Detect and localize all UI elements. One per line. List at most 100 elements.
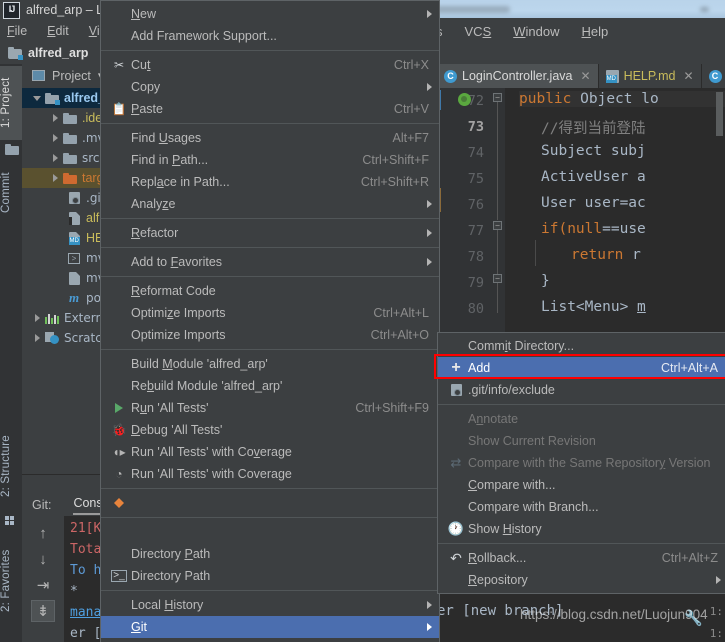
submenu-item-rollback[interactable]: ↶ Rollback... Ctrl+Alt+Z — [438, 547, 725, 569]
menu-item-reformat-code[interactable]: Reformat Code — [101, 280, 439, 302]
fold-minus-icon[interactable]: − — [493, 221, 502, 230]
compare-icon: ⇄ — [450, 455, 462, 470]
menu-item-paste[interactable]: 📋 Paste Ctrl+V — [101, 98, 439, 120]
submenu-item-add[interactable]: + Add Ctrl+Alt+A — [438, 357, 725, 379]
sidebar-item-favorites[interactable]: 2: Favorites — [0, 536, 22, 626]
menu-item-new[interactable]: New — [101, 3, 439, 25]
intellij-logo-icon: IJ — [3, 1, 20, 19]
line-number: 80 — [467, 301, 484, 317]
fold-minus-icon[interactable]: − — [493, 93, 502, 102]
chevron-right-icon — [427, 601, 432, 609]
scroll-to-end-icon[interactable]: ⇟ — [31, 600, 55, 622]
menu-item-remove-module[interactable]: Optimize Imports Ctrl+Alt+O — [101, 324, 439, 346]
chevron-right-icon — [716, 576, 721, 584]
code-line: } — [541, 273, 550, 289]
chevron-right-icon — [427, 623, 432, 631]
status-line-number: 1: — [709, 605, 723, 618]
chevron-right-icon — [427, 258, 432, 266]
menu-edit[interactable]: Edit — [47, 24, 69, 38]
history-icon: 🕐 — [447, 521, 465, 536]
menu-item-cut[interactable]: ✂ Cut Ctrl+X — [101, 54, 439, 76]
menu-item-add-to-favorites[interactable]: Add to Favorites — [101, 251, 439, 273]
menu-item-create-all-tests[interactable] — [101, 492, 439, 514]
libraries-icon — [44, 313, 60, 324]
tab-logincontroller-java[interactable]: C LoginController.java ✕ — [437, 64, 599, 88]
menu-item-copy[interactable]: Copy — [101, 76, 439, 98]
twisty-closed-icon[interactable] — [48, 174, 62, 182]
sidebar-item-project[interactable]: 1: Project — [0, 66, 22, 140]
sidebar-item-commit[interactable]: Commit — [0, 162, 22, 224]
menu-separator — [101, 590, 439, 591]
maven-file-icon: m — [68, 290, 80, 305]
debug-icon: 🐞 — [111, 423, 127, 437]
fold-minus-icon[interactable]: − — [493, 274, 502, 283]
tab-help-md[interactable]: MD HELP.md ✕ — [599, 64, 702, 88]
folder-icon — [62, 152, 78, 164]
menu-item-run-with-coverage[interactable]: ◖▸ Run 'All Tests' with Coverage — [101, 441, 439, 463]
submenu-item-repository[interactable]: Repository — [438, 569, 725, 591]
arrow-down-icon[interactable]: ↓ — [31, 548, 55, 570]
editor-scrollbar-thumb[interactable] — [716, 92, 723, 136]
wrap-text-icon[interactable]: ⇥ — [31, 574, 55, 596]
menu-window[interactable]: Window — [513, 24, 559, 39]
plus-icon: + — [451, 359, 461, 376]
twisty-closed-icon[interactable] — [30, 314, 44, 322]
nav-project-name[interactable]: alfred_arp — [28, 46, 88, 60]
menu-help[interactable]: Help — [581, 24, 608, 39]
submenu-item-compare-with-branch[interactable]: Compare with Branch... — [438, 496, 725, 518]
menu-item-optimize-imports[interactable]: Optimize Imports Ctrl+Alt+L — [101, 302, 439, 324]
menu-item-run-all-tests[interactable]: Run 'All Tests' Ctrl+Shift+F9 — [101, 397, 439, 419]
context-menu[interactable]: New Add Framework Support... ✂ Cut Ctrl+X… — [100, 0, 440, 642]
menu-file[interactable]: File — [7, 24, 27, 38]
menu-item-build-module[interactable]: Build Module 'alfred_arp' — [101, 353, 439, 375]
menu-item-directory-path[interactable]: Directory Path — [101, 543, 439, 565]
twisty-closed-icon[interactable] — [48, 114, 62, 122]
project-folder-icon — [5, 144, 19, 155]
menu-separator — [101, 488, 439, 489]
twisty-closed-icon[interactable] — [48, 134, 62, 142]
menu-item-reload-from-disk[interactable]: ↺ Git — [101, 638, 439, 642]
watermark-text: https://blog.csdn.net/Luojun904 — [520, 607, 708, 622]
coverage-icon: ◖▸ — [112, 445, 126, 459]
menu-item-refactor[interactable]: Refactor — [101, 222, 439, 244]
twisty-closed-icon[interactable] — [48, 154, 62, 162]
menu-item-find-in-path[interactable]: Find in Path... Ctrl+Shift+F — [101, 149, 439, 171]
menu-item-rebuild-module[interactable]: Rebuild Module 'alfred_arp' — [101, 375, 439, 397]
scissors-icon: ✂ — [113, 58, 125, 72]
project-view-icon — [32, 70, 45, 81]
arrow-up-icon[interactable]: ↑ — [31, 522, 55, 544]
menu-vcs[interactable]: VCS — [465, 24, 492, 39]
tab-overflow[interactable]: C — [702, 64, 725, 88]
folder-orange-icon — [62, 172, 78, 184]
menu-item-git[interactable]: Git — [101, 616, 439, 638]
menu-item-show-in-explorer[interactable] — [101, 521, 439, 543]
menu-item-add-framework-support[interactable]: Add Framework Support... — [101, 25, 439, 47]
close-icon[interactable]: ✕ — [683, 69, 693, 83]
menu-item-analyze[interactable]: Analyze — [101, 193, 439, 215]
twisty-closed-icon[interactable] — [30, 334, 44, 342]
menu-separator — [101, 50, 439, 51]
submenu-item-show-history[interactable]: 🕐 Show History — [438, 518, 725, 540]
submenu-item-commit-directory[interactable]: Commit Directory... — [438, 335, 725, 357]
line-number: 73 — [467, 119, 484, 135]
menu-item-local-history[interactable]: Local History — [101, 594, 439, 616]
run-icon — [115, 403, 123, 413]
menu-item-find-usages[interactable]: Find Usages Alt+F7 — [101, 127, 439, 149]
run-gutter-icon[interactable] — [458, 93, 471, 106]
submenu-item-compare-same-repo-version: ⇄ Compare with the Same Repository Versi… — [450, 455, 711, 470]
menu-item-run-with-jfr[interactable]: ◔ Run 'All Tests' with Coverage — [101, 463, 439, 485]
submenu-item-git-info-exclude[interactable]: .git/info/exclude — [438, 379, 725, 401]
submenu-item-compare-with[interactable]: Compare with... — [438, 474, 725, 496]
intellij-window: IJ alfred_arp – L… File Edit View s VCS … — [0, 0, 725, 642]
menu-item-debug-all-tests[interactable]: 🐞 Debug 'All Tests' — [101, 419, 439, 441]
menu-item-replace-in-path[interactable]: Replace in Path... Ctrl+Shift+R — [101, 171, 439, 193]
close-icon[interactable]: ✕ — [581, 69, 591, 83]
git-submenu[interactable]: Commit Directory... + Add Ctrl+Alt+A .git… — [437, 332, 725, 594]
chevron-right-icon — [427, 83, 432, 91]
line-number: 76 — [467, 197, 484, 213]
module-folder-icon — [44, 92, 60, 105]
twisty-open-icon[interactable] — [30, 95, 44, 101]
code-line: ActiveUser a — [541, 169, 646, 185]
menu-item-open-in-terminal[interactable]: >_ Directory Path — [101, 565, 439, 587]
sidebar-item-structure[interactable]: 2: Structure — [0, 424, 22, 508]
